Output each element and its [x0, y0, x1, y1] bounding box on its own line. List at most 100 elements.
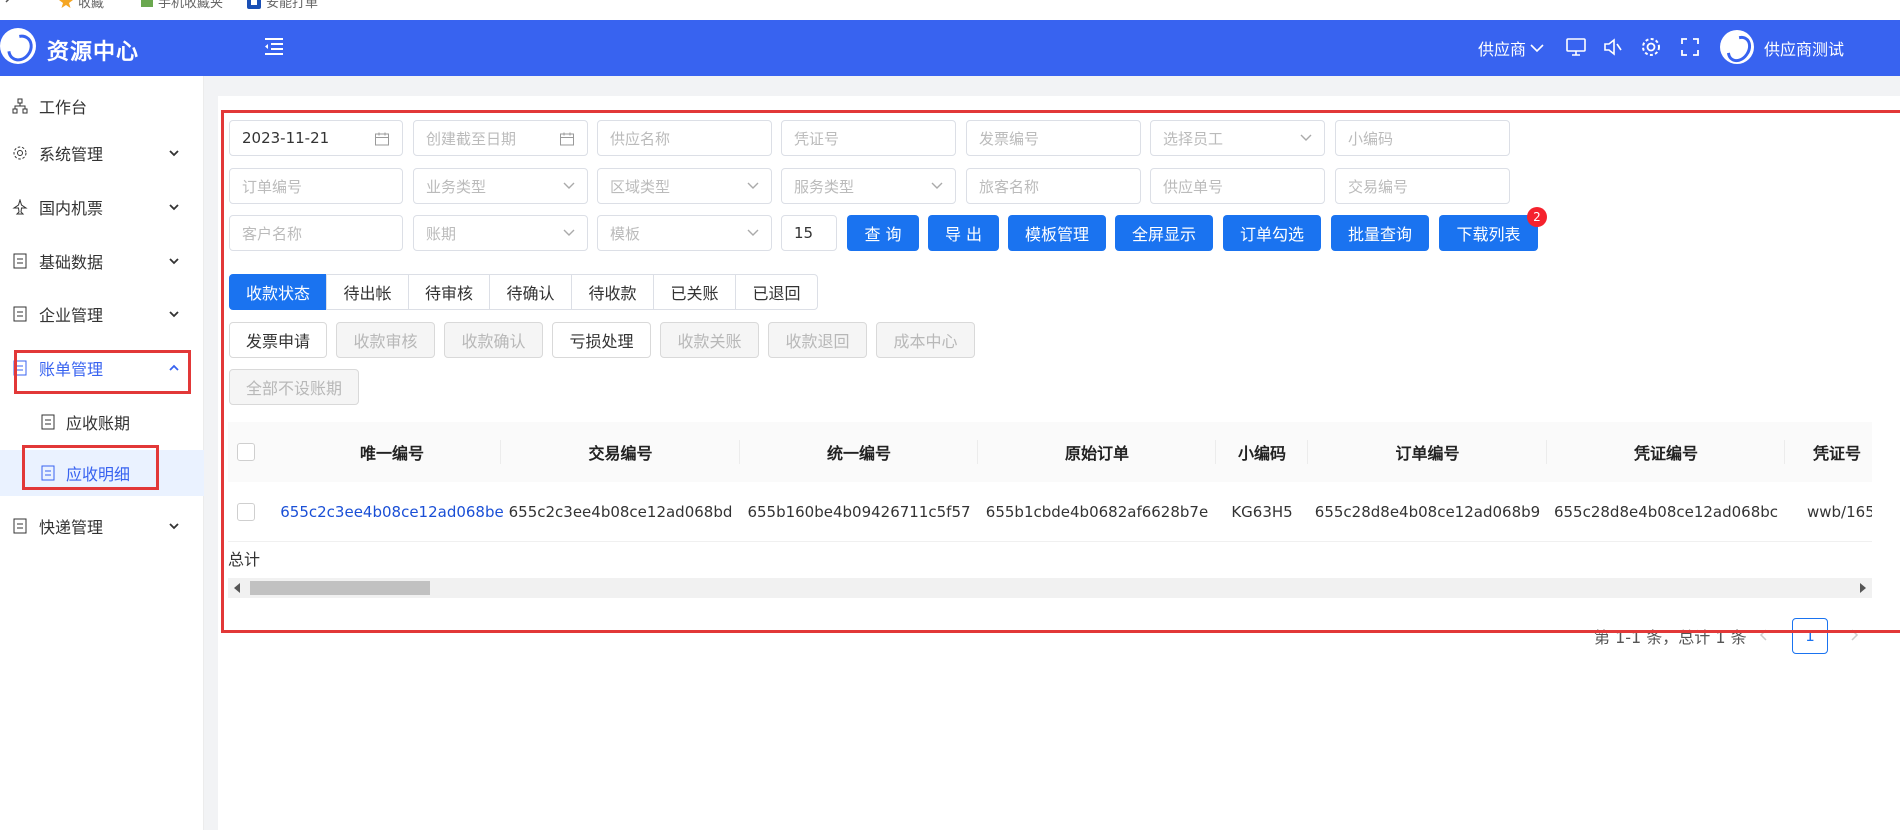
role-select[interactable]: 供应商: [1478, 20, 1544, 76]
table-cell: 655b160be4b09426711c5f57: [747, 503, 971, 521]
query-button[interactable]: 查 询: [847, 215, 919, 251]
collect-close-button[interactable]: 收款关账: [660, 322, 759, 358]
template-manage-button[interactable]: 模板管理: [1008, 215, 1106, 251]
monitor-icon[interactable]: [1563, 34, 1589, 60]
passenger-name-input[interactable]: 旅客名称: [966, 168, 1141, 204]
region-type-select[interactable]: 区域类型: [597, 168, 772, 204]
chevron-left-icon[interactable]: [1758, 628, 1770, 642]
invoice-no-input[interactable]: 发票编号: [966, 120, 1141, 156]
batch-query-button[interactable]: 批量查询: [1331, 215, 1429, 251]
service-type-select[interactable]: 服务类型: [781, 168, 956, 204]
column-header[interactable]: 凭证号: [1785, 422, 1872, 482]
page-number-current[interactable]: 1: [1792, 618, 1828, 654]
sidebar-item-enterprise[interactable]: 企业管理: [0, 294, 204, 334]
table-cell: wwb/1657: [1807, 503, 1872, 521]
tab-pending-collect[interactable]: 待收款: [571, 274, 654, 310]
supplier-name-input[interactable]: 供应名称: [597, 120, 772, 156]
sidebar-item-domestic-flight[interactable]: 国内机票: [0, 187, 204, 227]
tab-returned[interactable]: 已退回: [735, 274, 818, 310]
gear-icon: [12, 145, 28, 161]
order-no-input[interactable]: 订单编号: [229, 168, 403, 204]
scroll-thumb[interactable]: [250, 581, 430, 595]
scroll-left-icon[interactable]: [234, 583, 240, 593]
column-header[interactable]: 原始订单: [978, 422, 1216, 482]
sidebar-item-base-data[interactable]: 基础数据: [0, 241, 204, 281]
order-select-button[interactable]: 订单勾选: [1223, 215, 1321, 251]
scroll-right-icon[interactable]: [1860, 583, 1866, 593]
bookmark-anneng[interactable]: 安能打单: [246, 0, 318, 11]
trade-no-input[interactable]: 交易编号: [1335, 168, 1510, 204]
no-period-button[interactable]: 全部不设账期: [229, 369, 359, 405]
collect-confirm-button[interactable]: 收款确认: [444, 322, 543, 358]
invoice-apply-button[interactable]: 发票申请: [229, 322, 327, 358]
folder-icon: [141, 0, 153, 7]
employee-select[interactable]: 选择员工: [1150, 120, 1325, 156]
period-select[interactable]: 账期: [413, 215, 588, 251]
tab-pending-confirm[interactable]: 待确认: [489, 274, 572, 310]
bookmark-favorites[interactable]: 收藏: [58, 0, 104, 11]
column-header[interactable]: 小编码: [1216, 422, 1308, 482]
select-all-checkbox[interactable]: [237, 443, 255, 461]
collect-review-button[interactable]: 收款审核: [336, 322, 435, 358]
end-date-picker[interactable]: 创建截至日期: [413, 120, 588, 156]
export-button[interactable]: 导 出: [928, 215, 999, 251]
column-header[interactable]: 凭证编号: [1547, 422, 1785, 482]
menu-fold-icon[interactable]: [262, 36, 286, 58]
sidebar-item-system[interactable]: 系统管理: [0, 133, 204, 173]
bookmark-mobile[interactable]: 手机收藏夹: [140, 0, 223, 11]
sidebar: 工作台 系统管理 国内机票 基础数据 企业管理 账单管理 应收账期 应收明细 快…: [0, 76, 204, 830]
back-icon[interactable]: [4, 0, 18, 6]
chevron-down-icon: [1300, 134, 1312, 141]
voucher-no-input[interactable]: 凭证号: [781, 120, 956, 156]
table-cell: 655c2c3ee4b08ce12ad068bd: [508, 503, 733, 521]
speaker-icon[interactable]: [1600, 34, 1626, 60]
sidebar-item-receivable-period[interactable]: 应收账期: [0, 402, 204, 442]
gear-icon[interactable]: [1638, 34, 1664, 60]
template-select[interactable]: 模板: [597, 215, 772, 251]
role-label: 供应商: [1478, 40, 1527, 59]
tab-closed[interactable]: 已关账: [653, 274, 736, 310]
horizontal-scrollbar[interactable]: [228, 578, 1872, 598]
order-no-placeholder: 订单编号: [242, 177, 303, 196]
small-code-input[interactable]: 小编码: [1335, 120, 1510, 156]
user-name[interactable]: 供应商测试: [1764, 20, 1844, 76]
download-list-button[interactable]: 下载列表: [1439, 215, 1538, 251]
table-row[interactable]: 655c2c3ee4b08ce12ad068be 655c2c3ee4b08ce…: [228, 482, 1872, 542]
collect-return-button[interactable]: 收款退回: [768, 322, 867, 358]
sidebar-item-billing[interactable]: 账单管理: [0, 348, 204, 388]
avatar[interactable]: [1720, 30, 1754, 64]
doc-icon: [12, 518, 28, 534]
column-header[interactable]: 唯一编号: [272, 422, 512, 482]
chevron-down-icon: [169, 150, 179, 157]
cost-center-button[interactable]: 成本中心: [876, 322, 975, 358]
supplier-name-placeholder: 供应名称: [610, 129, 671, 148]
tab-pending-review[interactable]: 待审核: [408, 274, 490, 310]
column-header[interactable]: 交易编号: [501, 422, 740, 482]
tab-collect-status[interactable]: 收款状态: [229, 274, 327, 310]
period-placeholder: 账期: [426, 224, 457, 243]
tab-pending-bill[interactable]: 待出帐: [326, 274, 409, 310]
page-size-value: 15: [794, 224, 814, 242]
sidebar-item-express[interactable]: 快递管理: [0, 506, 204, 546]
customer-name-input[interactable]: 客户名称: [229, 215, 403, 251]
table-cell: 655c28d8e4b08ce12ad068b9: [1314, 503, 1541, 521]
calendar-icon: [560, 132, 574, 146]
business-type-select[interactable]: 业务类型: [413, 168, 588, 204]
sidebar-item-workbench[interactable]: 工作台: [0, 86, 204, 126]
start-date-picker[interactable]: 2023-11-21: [229, 120, 403, 156]
column-header[interactable]: 订单编号: [1308, 422, 1547, 482]
fullscreen-button[interactable]: 全屏显示: [1115, 215, 1213, 251]
unique-no-link[interactable]: 655c2c3ee4b08ce12ad068be: [272, 482, 512, 542]
fullscreen-icon[interactable]: [1677, 34, 1703, 60]
column-header[interactable]: 统一编号: [740, 422, 978, 482]
chevron-right-icon[interactable]: [1848, 628, 1860, 642]
row-checkbox[interactable]: [237, 503, 255, 521]
page-size-input[interactable]: 15: [781, 215, 837, 251]
sidebar-item-label: 国内机票: [39, 199, 104, 218]
sidebar-item-receivable-detail[interactable]: 应收明细: [0, 450, 204, 496]
voucher-no-placeholder: 凭证号: [794, 129, 840, 148]
bookmark-label: 收藏: [78, 0, 105, 11]
loss-handle-button[interactable]: 亏损处理: [552, 322, 651, 358]
chevron-down-icon: [747, 182, 759, 189]
supply-no-input[interactable]: 供应单号: [1150, 168, 1325, 204]
